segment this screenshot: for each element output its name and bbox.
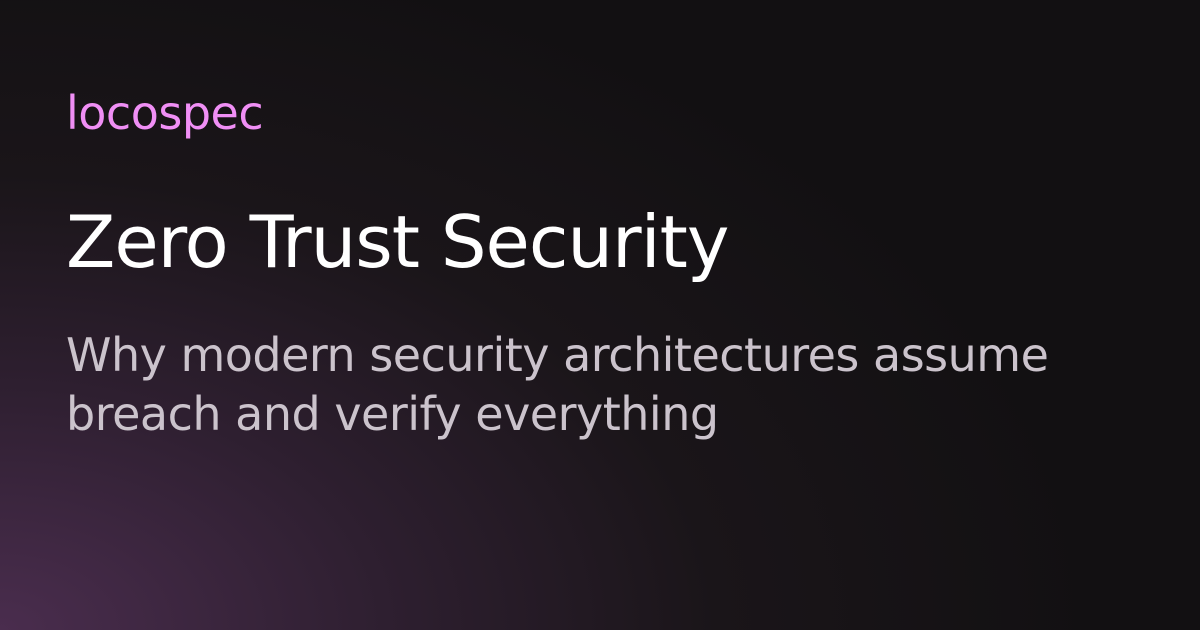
brand-name: locospec — [66, 86, 264, 140]
page-subtitle: Why modern security architectures assume… — [66, 327, 1049, 442]
social-card: locospec Zero Trust Security Why modern … — [66, 86, 1146, 445]
page-title: Zero Trust Security — [66, 200, 730, 285]
